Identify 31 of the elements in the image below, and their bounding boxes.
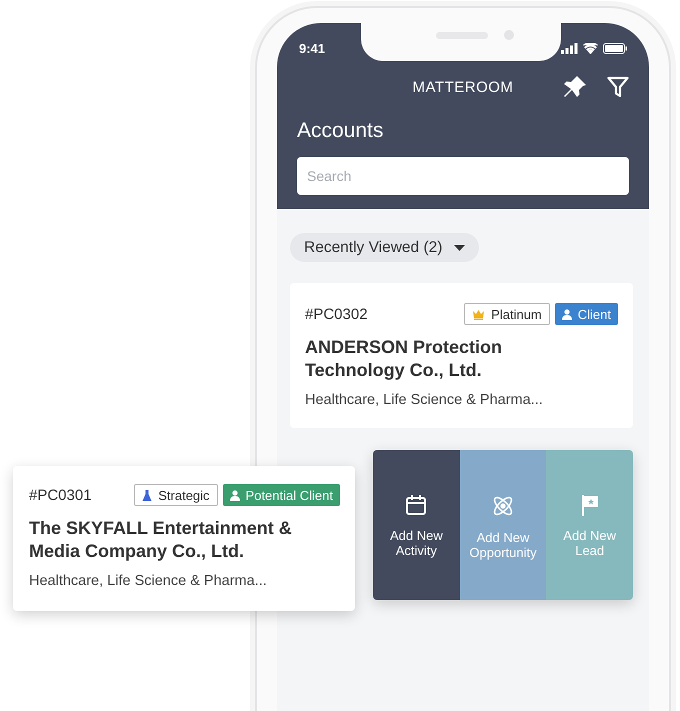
account-card[interactable]: #PC0302 Platinum Client ANDERSON Protection Technology Co., Ltd. Healthcare, Life Science & Pharma... bbox=[290, 283, 633, 428]
battery-icon bbox=[603, 42, 627, 54]
status-time: 9:41 bbox=[299, 40, 326, 56]
tag-label: Strategic bbox=[158, 488, 210, 502]
page-title: Accounts bbox=[297, 119, 384, 143]
person-icon bbox=[562, 308, 572, 320]
calendar-icon bbox=[405, 494, 428, 516]
tag-label: Platinum bbox=[491, 306, 542, 322]
atom-icon bbox=[491, 494, 515, 518]
account-card[interactable]: #PC0301 Strategic Potential Client The SKYFALL Entertainment & Media Company Co., Ltd. Healthcare, Life Science & Pharma... bbox=[13, 466, 355, 611]
person-icon bbox=[230, 490, 240, 500]
account-industry: Healthcare, Life Science & Pharma... bbox=[305, 392, 544, 408]
activity-action-button[interactable]: Add New Activity bbox=[373, 450, 460, 600]
signal-icon bbox=[561, 42, 578, 54]
account-code: #PC0301 bbox=[29, 486, 93, 504]
account-name: The SKYFALL Entertainment & Media Company Co., Ltd. bbox=[29, 517, 293, 563]
caret-icon bbox=[454, 244, 466, 250]
pin-icon[interactable] bbox=[563, 75, 587, 99]
tag-label: Client bbox=[578, 306, 611, 322]
wifi-icon bbox=[583, 42, 598, 54]
account-industry: Healthcare, Life Science & Pharma... bbox=[29, 573, 268, 589]
crown-icon bbox=[472, 308, 486, 320]
account-name: ANDERSON Protection Technology Co., Ltd. bbox=[305, 336, 504, 382]
tag-label: Potential Client bbox=[246, 488, 333, 502]
filter-icon[interactable] bbox=[607, 76, 629, 98]
flag-icon bbox=[580, 494, 600, 516]
app-name: MATTEROOM bbox=[412, 79, 514, 96]
recently-viewed-dropdown[interactable]: Recently Viewed (2) bbox=[290, 233, 480, 262]
flask-icon bbox=[142, 488, 152, 502]
search-field[interactable]: Search bbox=[297, 157, 629, 195]
account-code: #PC0302 bbox=[305, 306, 369, 322]
